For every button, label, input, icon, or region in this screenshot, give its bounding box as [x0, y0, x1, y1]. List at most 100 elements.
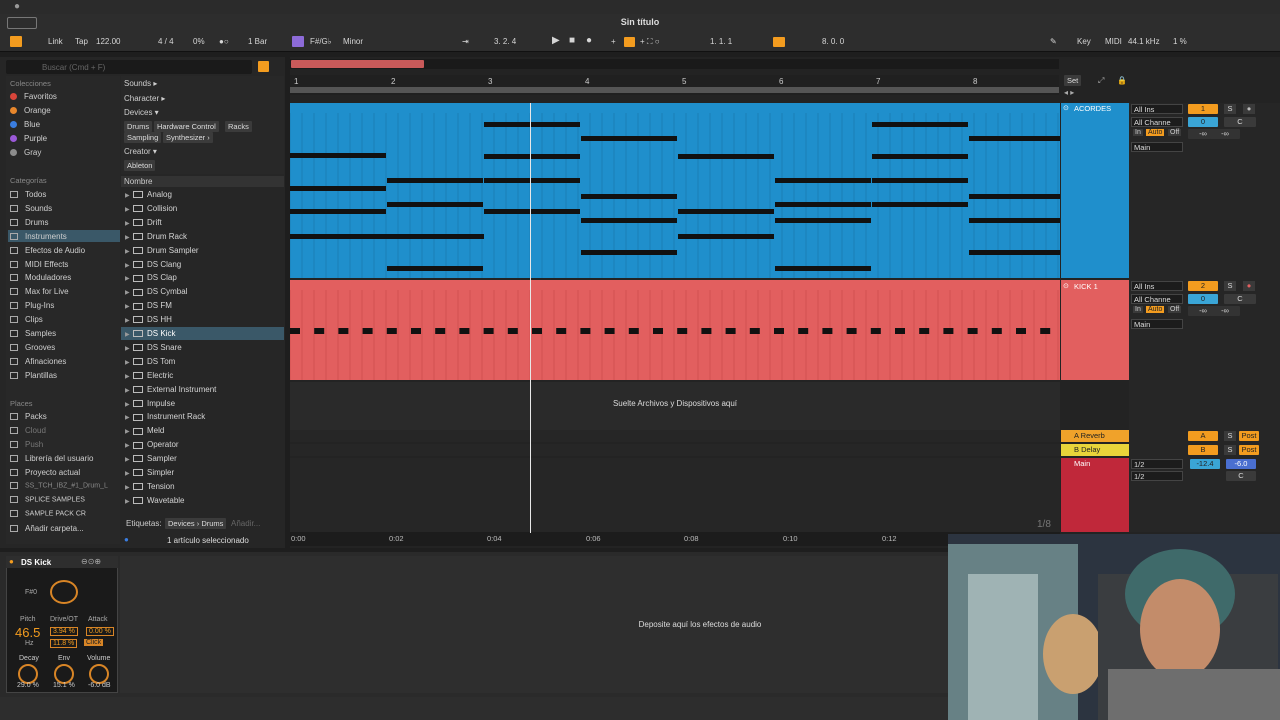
expand-arrow-icon[interactable]: ▶	[125, 303, 133, 310]
name-column-header[interactable]: Nombre	[121, 176, 284, 187]
midi-note[interactable]	[581, 250, 677, 255]
midi-note[interactable]	[991, 328, 1002, 334]
clip-acordes[interactable]	[289, 103, 1060, 278]
browser-item[interactable]: ▶ Drift	[125, 218, 162, 227]
cue-out-select[interactable]: 1/2	[1131, 459, 1183, 469]
browser-item[interactable]: ▶ Instrument Rack	[125, 412, 205, 421]
collection-item[interactable]: Purple	[10, 134, 47, 143]
midi-note[interactable]	[581, 136, 677, 141]
midi-note[interactable]	[290, 234, 484, 239]
tempo-field[interactable]: 122.00	[96, 37, 120, 46]
track-header-kick[interactable]	[1061, 280, 1129, 380]
midi-note[interactable]	[580, 328, 591, 334]
tag-racks[interactable]: Racks	[225, 121, 252, 132]
browser-item[interactable]: ▶ Meld	[125, 426, 164, 435]
tags-path[interactable]: Devices › Drums	[165, 518, 227, 529]
filter-devices[interactable]: Devices ▾	[124, 108, 159, 117]
tag-drums[interactable]: Drums	[124, 121, 153, 132]
expand-arrow-icon[interactable]: ▶	[125, 498, 133, 505]
browser-item[interactable]: ▶ Analog	[125, 190, 172, 199]
place-user-library[interactable]: Librería del usuario	[10, 454, 93, 463]
browser-item[interactable]: ▶ Drum Rack	[125, 232, 187, 241]
volume-field[interactable]: 0	[1188, 294, 1218, 304]
place-packs[interactable]: Packs	[10, 412, 47, 421]
midi-note[interactable]	[484, 154, 580, 159]
track-number[interactable]: 1	[1188, 104, 1218, 114]
track-name[interactable]: Main	[1074, 459, 1090, 468]
click-toggle[interactable]: Click	[84, 639, 104, 646]
place-current-project[interactable]: Proyecto actual	[10, 468, 80, 477]
pitch-value[interactable]: 46.5	[15, 625, 40, 640]
solo-button[interactable]: S	[1224, 104, 1236, 114]
track-name[interactable]: ACORDES	[1074, 104, 1111, 113]
filter-character[interactable]: Character ▸	[124, 94, 165, 103]
expand-arrow-icon[interactable]: ▶	[125, 331, 133, 338]
monitor-off[interactable]: Off	[1168, 129, 1182, 136]
return-letter[interactable]: B	[1188, 445, 1218, 455]
midi-note[interactable]	[290, 186, 386, 191]
collection-item[interactable]: Orange	[10, 106, 51, 115]
track-name[interactable]: B Delay	[1074, 445, 1100, 454]
record-icon[interactable]: ●	[586, 35, 592, 46]
loop-length-field[interactable]: 8. 0. 0	[822, 37, 844, 46]
category-modulators[interactable]: Moduladores	[10, 273, 71, 282]
cue-volume-field[interactable]: -12.4	[1190, 459, 1220, 469]
expand-arrow-icon[interactable]: ▶	[125, 289, 133, 296]
drive-value[interactable]: 3.94 %	[50, 627, 78, 636]
track-number[interactable]: 2	[1188, 281, 1218, 291]
loop-start-field[interactable]: 1. 1. 1	[710, 37, 732, 46]
post-button[interactable]: Post	[1239, 431, 1259, 441]
midi-note[interactable]	[872, 178, 968, 183]
scrub-strip[interactable]	[290, 87, 1059, 93]
lock-icon[interactable]: 🔒	[1117, 76, 1127, 85]
main-header[interactable]	[1061, 458, 1129, 532]
category-sounds[interactable]: Sounds	[10, 204, 52, 213]
browser-item[interactable]: ▶ DS Kick	[125, 329, 175, 338]
expand-arrow-icon[interactable]: ▶	[125, 442, 133, 449]
midi-note[interactable]	[386, 328, 397, 334]
arm-icon[interactable]: ●	[1243, 281, 1255, 291]
expand-arrow-icon[interactable]: ▶	[125, 373, 133, 380]
midi-note[interactable]	[701, 328, 712, 334]
drive-ot-value[interactable]: 11.8 %	[50, 639, 78, 648]
track-name[interactable]: KICK 1	[1074, 282, 1098, 291]
input-type-select[interactable]: All Ins	[1131, 104, 1183, 114]
input-channel-select[interactable]: All Channe	[1131, 117, 1183, 127]
midi-note[interactable]	[1040, 328, 1051, 334]
volume-knob[interactable]	[89, 664, 109, 684]
midi-note[interactable]	[411, 328, 421, 334]
midi-note[interactable]	[362, 328, 373, 334]
loop-brace[interactable]	[291, 60, 424, 68]
browser-item[interactable]: ▶ Collision	[125, 204, 177, 213]
midi-note[interactable]	[387, 178, 483, 183]
expand-arrow-icon[interactable]: ▶	[125, 345, 133, 352]
automation-arm-icon[interactable]	[624, 37, 635, 47]
place-folder[interactable]: SPLICE SAMPLES	[10, 496, 85, 503]
place-folder[interactable]: SAMPLE PACK CR	[10, 510, 86, 517]
category-max-for-live[interactable]: Max for Live	[10, 287, 69, 296]
midi-note[interactable]	[484, 122, 580, 127]
scale-select[interactable]: Minor	[343, 37, 363, 46]
playhead[interactable]	[530, 103, 531, 533]
midi-note[interactable]	[678, 234, 774, 239]
capture-icon[interactable]: + ⛶ ○	[640, 37, 660, 47]
key-map-button[interactable]: Key	[1077, 37, 1091, 46]
add-folder-button[interactable]: Añadir carpeta...	[10, 524, 84, 533]
input-type-select[interactable]: All Ins	[1131, 281, 1183, 291]
filter-sounds[interactable]: Sounds ▸	[124, 79, 157, 88]
browser-item[interactable]: ▶ DS Tom	[125, 357, 175, 366]
midi-note[interactable]	[969, 218, 1060, 223]
midi-note[interactable]	[435, 328, 446, 334]
attack-value[interactable]: 0.00 %	[86, 627, 114, 636]
device-power-icon[interactable]: ●	[9, 557, 14, 566]
browser-item[interactable]: ▶ DS Cymbal	[125, 287, 187, 296]
midi-note[interactable]	[581, 194, 677, 199]
midi-note[interactable]	[678, 154, 774, 159]
song-position-field[interactable]: 3. 2. 4	[494, 37, 516, 46]
output-select[interactable]: Main	[1131, 319, 1183, 329]
expand-arrow-icon[interactable]: ▶	[125, 456, 133, 463]
midi-note[interactable]	[484, 209, 580, 214]
master-pan-field[interactable]: C	[1226, 471, 1256, 481]
expand-arrow-icon[interactable]: ▶	[125, 387, 133, 394]
monitor-off[interactable]: Off	[1168, 306, 1182, 313]
